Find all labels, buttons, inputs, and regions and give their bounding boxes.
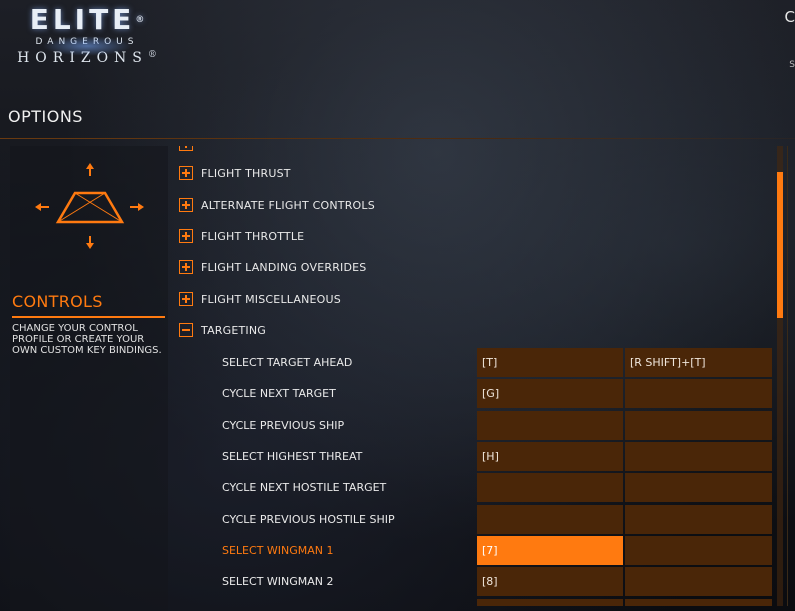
primary-key-slot[interactable]: [H]	[477, 442, 623, 471]
binding-row-cycle-next-target[interactable]: CYCLE NEXT TARGET [G]	[172, 379, 772, 408]
binding-label: CYCLE PREVIOUS SHIP	[222, 419, 345, 432]
secondary-key-slot[interactable]	[625, 379, 772, 408]
binding-label: CYCLE PREVIOUS HOSTILE SHIP	[222, 513, 395, 526]
plus-box-icon[interactable]	[179, 260, 193, 274]
minus-box-icon[interactable]	[179, 323, 193, 337]
plus-box-icon[interactable]	[179, 166, 193, 180]
scrollbar-thumb[interactable]	[777, 172, 783, 318]
header-corner-text: C	[784, 8, 795, 26]
bindings-list: FLIGHT THRUST ALTERNATE FLIGHT CONTROLS …	[172, 146, 772, 606]
category-row-flight-landing-overrides[interactable]: FLIGHT LANDING OVERRIDES	[179, 257, 366, 277]
plus-box-icon[interactable]	[179, 292, 193, 306]
binding-label-active: SELECT WINGMAN 1	[222, 544, 334, 557]
binding-label: SELECT HIGHEST THREAT	[222, 450, 363, 463]
primary-key-slot[interactable]: [T]	[477, 348, 623, 377]
binding-row-cycle-next-hostile-target[interactable]: CYCLE NEXT HOSTILE TARGET	[172, 473, 772, 502]
category-row-partial[interactable]	[179, 146, 201, 154]
binding-row-cycle-previous-hostile-ship[interactable]: CYCLE PREVIOUS HOSTILE SHIP	[172, 505, 772, 534]
plus-box-icon[interactable]	[179, 146, 193, 151]
header-corner-subtext: S	[789, 60, 795, 70]
secondary-key-slot[interactable]	[625, 505, 772, 534]
arrow-right-icon	[130, 203, 144, 211]
title-divider	[0, 138, 795, 139]
category-label: FLIGHT THROTTLE	[201, 229, 305, 243]
ship-controls-icon	[35, 163, 144, 249]
primary-key-slot-selected[interactable]: [7]	[477, 536, 623, 565]
category-row-flight-thrust[interactable]: FLIGHT THRUST	[179, 163, 291, 183]
arrow-left-icon	[35, 203, 49, 211]
category-label: TARGETING	[201, 323, 267, 337]
secondary-key-slot[interactable]	[625, 567, 772, 596]
category-row-targeting[interactable]: TARGETING	[179, 320, 266, 340]
secondary-key-slot[interactable]	[625, 442, 772, 471]
secondary-key-slot[interactable]	[625, 473, 772, 502]
logo-reg-mark: ®	[135, 15, 145, 25]
binding-row-select-highest-threat[interactable]: SELECT HIGHEST THREAT [H]	[172, 442, 772, 471]
logo-tm-mark: ®	[147, 50, 157, 60]
binding-label: CYCLE NEXT TARGET	[222, 387, 336, 400]
primary-key-slot[interactable]	[477, 505, 623, 534]
secondary-key-slot[interactable]: [R SHIFT]+[T]	[625, 348, 772, 377]
category-label: FLIGHT LANDING OVERRIDES	[201, 260, 367, 274]
binding-row-partial[interactable]	[172, 599, 772, 606]
category-label: FLIGHT THRUST	[201, 166, 291, 180]
ship-icon	[55, 191, 125, 224]
logo-elite-text: ELITE	[29, 3, 136, 36]
plus-box-icon[interactable]	[179, 229, 193, 243]
primary-key-slot[interactable]	[477, 473, 623, 502]
primary-key-slot[interactable]	[477, 411, 623, 440]
binding-row-select-target-ahead[interactable]: SELECT TARGET AHEAD [T] [R SHIFT]+[T]	[172, 348, 772, 377]
binding-row-select-wingman-2[interactable]: SELECT WINGMAN 2 [8]	[172, 567, 772, 596]
binding-label: SELECT TARGET AHEAD	[222, 356, 353, 369]
primary-key-slot[interactable]: [G]	[477, 379, 623, 408]
category-row-flight-miscellaneous[interactable]: FLIGHT MISCELLANEOUS	[179, 289, 341, 309]
category-label: ALTERNATE FLIGHT CONTROLS	[201, 198, 375, 212]
binding-label: CYCLE NEXT HOSTILE TARGET	[222, 481, 387, 494]
arrow-up-icon	[86, 163, 94, 176]
controls-description: CHANGE YOUR CONTROL PROFILE OR CREATE YO…	[12, 323, 162, 356]
binding-row-cycle-previous-ship[interactable]: CYCLE PREVIOUS SHIP	[172, 411, 772, 440]
secondary-key-slot[interactable]	[625, 411, 772, 440]
page-title: OPTIONS	[8, 107, 83, 126]
secondary-key-slot[interactable]	[625, 536, 772, 565]
controls-heading: CONTROLS	[12, 292, 103, 311]
arrow-down-icon	[86, 236, 94, 249]
primary-key-slot[interactable]: [8]	[477, 567, 623, 596]
category-row-flight-throttle[interactable]: FLIGHT THROTTLE	[179, 226, 304, 246]
primary-key-slot[interactable]	[477, 599, 623, 606]
controls-underline	[12, 316, 165, 318]
game-logo: ELITE® DANGEROUS HORIZONS®	[12, 6, 162, 72]
binding-row-select-wingman-1[interactable]: SELECT WINGMAN 1 [7]	[172, 536, 772, 565]
secondary-key-slot[interactable]	[625, 599, 772, 606]
binding-label: SELECT WINGMAN 2	[222, 575, 334, 588]
right-edge-divider	[787, 146, 788, 606]
plus-box-icon[interactable]	[179, 198, 193, 212]
logo-glow	[42, 36, 132, 56]
category-row-alternate-flight-controls[interactable]: ALTERNATE FLIGHT CONTROLS	[179, 195, 375, 215]
category-label: FLIGHT MISCELLANEOUS	[201, 292, 341, 306]
